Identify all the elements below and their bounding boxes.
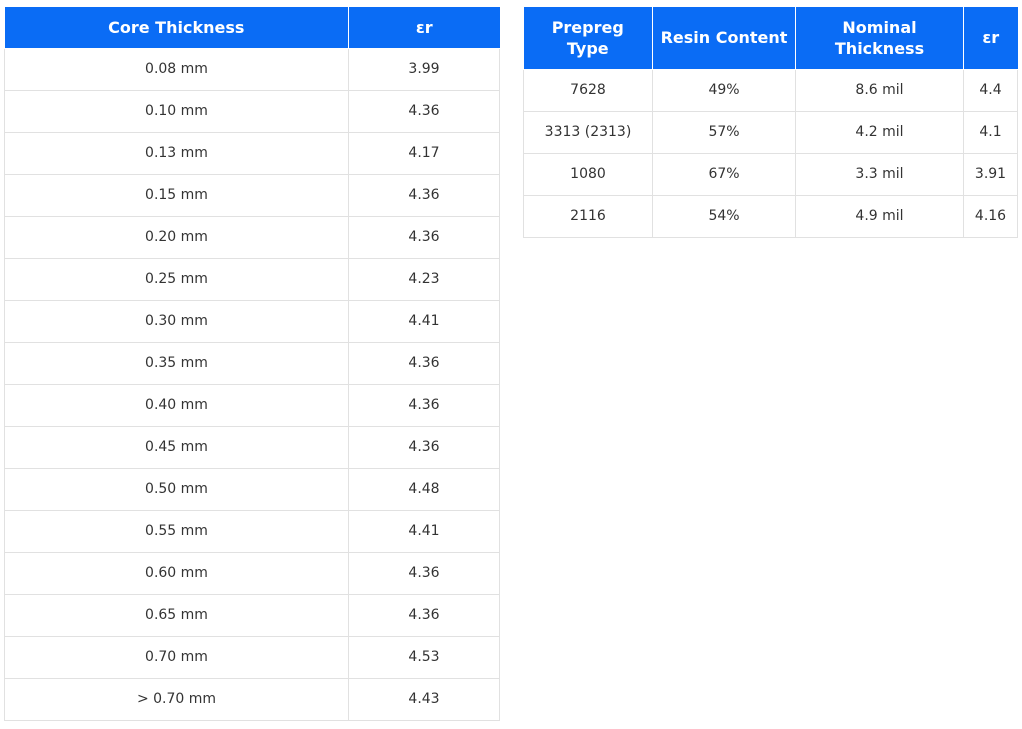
cell-nominal-thickness: 8.6 mil — [795, 68, 964, 112]
table-row: 2116 54% 4.9 mil 4.16 — [523, 194, 1018, 238]
cell-core-thickness: 0.20 mm — [4, 215, 349, 259]
header-core-thickness: Core Thickness — [4, 7, 349, 49]
cell-er: 4.36 — [348, 341, 500, 385]
cell-er: 4.41 — [348, 509, 500, 553]
table-row: 0.08 mm 3.99 — [4, 47, 500, 91]
table-row: 0.70 mm 4.53 — [4, 635, 500, 679]
table-row: 0.30 mm 4.41 — [4, 299, 500, 343]
header-er: εr — [963, 7, 1018, 70]
cell-er: 4.36 — [348, 593, 500, 637]
cell-resin-content: 49% — [652, 68, 796, 112]
table-header-row: Core Thickness εr — [4, 7, 500, 49]
table-row: 3313 (2313) 57% 4.2 mil 4.1 — [523, 110, 1018, 154]
table-row: 0.65 mm 4.36 — [4, 593, 500, 637]
cell-core-thickness: 0.60 mm — [4, 551, 349, 595]
table-row: 0.45 mm 4.36 — [4, 425, 500, 469]
header-prepreg-type: Prepreg Type — [523, 7, 653, 70]
core-table-body: 0.08 mm 3.99 0.10 mm 4.36 0.13 mm 4.17 0.15 mm… — [4, 47, 500, 721]
table-row: 0.13 mm 4.17 — [4, 131, 500, 175]
cell-er: 4.36 — [348, 551, 500, 595]
cell-resin-content: 54% — [652, 194, 796, 238]
table-row: 0.15 mm 4.36 — [4, 173, 500, 217]
cell-core-thickness: 0.50 mm — [4, 467, 349, 511]
header-er: εr — [348, 7, 500, 49]
table-row: 1080 67% 3.3 mil 3.91 — [523, 152, 1018, 196]
table-row: 0.40 mm 4.36 — [4, 383, 500, 427]
table-row: > 0.70 mm 4.43 — [4, 677, 500, 721]
table-row: 0.20 mm 4.36 — [4, 215, 500, 259]
cell-er: 4.36 — [348, 89, 500, 133]
cell-prepreg-type: 1080 — [523, 152, 653, 196]
cell-er: 4.36 — [348, 215, 500, 259]
table-row: 7628 49% 8.6 mil 4.4 — [523, 68, 1018, 112]
cell-resin-content: 67% — [652, 152, 796, 196]
cell-core-thickness: 0.55 mm — [4, 509, 349, 553]
cell-core-thickness: 0.70 mm — [4, 635, 349, 679]
prepreg-table: Prepreg Type Resin Content Nominal Thick… — [523, 7, 1018, 238]
header-nominal-thickness: Nominal Thickness — [795, 7, 964, 70]
prepreg-table-body: 7628 49% 8.6 mil 4.4 3313 (2313) 57% 4.2 mil 4.… — [523, 68, 1018, 238]
table-row: 0.60 mm 4.36 — [4, 551, 500, 595]
cell-er: 4.36 — [348, 173, 500, 217]
cell-core-thickness: 0.10 mm — [4, 89, 349, 133]
cell-er: 4.41 — [348, 299, 500, 343]
cell-er: 4.36 — [348, 425, 500, 469]
cell-nominal-thickness: 4.9 mil — [795, 194, 964, 238]
cell-core-thickness: 0.65 mm — [4, 593, 349, 637]
cell-prepreg-type: 3313 (2313) — [523, 110, 653, 154]
cell-core-thickness: 0.08 mm — [4, 47, 349, 91]
cell-nominal-thickness: 4.2 mil — [795, 110, 964, 154]
table-row: 0.25 mm 4.23 — [4, 257, 500, 301]
cell-er: 4.23 — [348, 257, 500, 301]
cell-core-thickness: 0.40 mm — [4, 383, 349, 427]
cell-er: 4.36 — [348, 383, 500, 427]
cell-core-thickness: 0.13 mm — [4, 131, 349, 175]
cell-resin-content: 57% — [652, 110, 796, 154]
cell-core-thickness: > 0.70 mm — [4, 677, 349, 721]
cell-core-thickness: 0.30 mm — [4, 299, 349, 343]
table-header-row: Prepreg Type Resin Content Nominal Thick… — [523, 7, 1018, 70]
cell-er: 4.17 — [348, 131, 500, 175]
cell-er: 4.16 — [963, 194, 1018, 238]
cell-core-thickness: 0.25 mm — [4, 257, 349, 301]
cell-er: 3.99 — [348, 47, 500, 91]
cell-er: 3.91 — [963, 152, 1018, 196]
cell-core-thickness: 0.45 mm — [4, 425, 349, 469]
core-thickness-table: Core Thickness εr 0.08 mm 3.99 0.10 mm 4.36… — [4, 7, 500, 721]
cell-nominal-thickness: 3.3 mil — [795, 152, 964, 196]
cell-er: 4.4 — [963, 68, 1018, 112]
table-row: 0.35 mm 4.36 — [4, 341, 500, 385]
cell-er: 4.43 — [348, 677, 500, 721]
cell-core-thickness: 0.35 mm — [4, 341, 349, 385]
cell-prepreg-type: 2116 — [523, 194, 653, 238]
table-row: 0.55 mm 4.41 — [4, 509, 500, 553]
header-resin-content: Resin Content — [652, 7, 796, 70]
table-row: 0.10 mm 4.36 — [4, 89, 500, 133]
cell-er: 4.48 — [348, 467, 500, 511]
cell-er: 4.53 — [348, 635, 500, 679]
cell-core-thickness: 0.15 mm — [4, 173, 349, 217]
cell-er: 4.1 — [963, 110, 1018, 154]
cell-prepreg-type: 7628 — [523, 68, 653, 112]
table-row: 0.50 mm 4.48 — [4, 467, 500, 511]
